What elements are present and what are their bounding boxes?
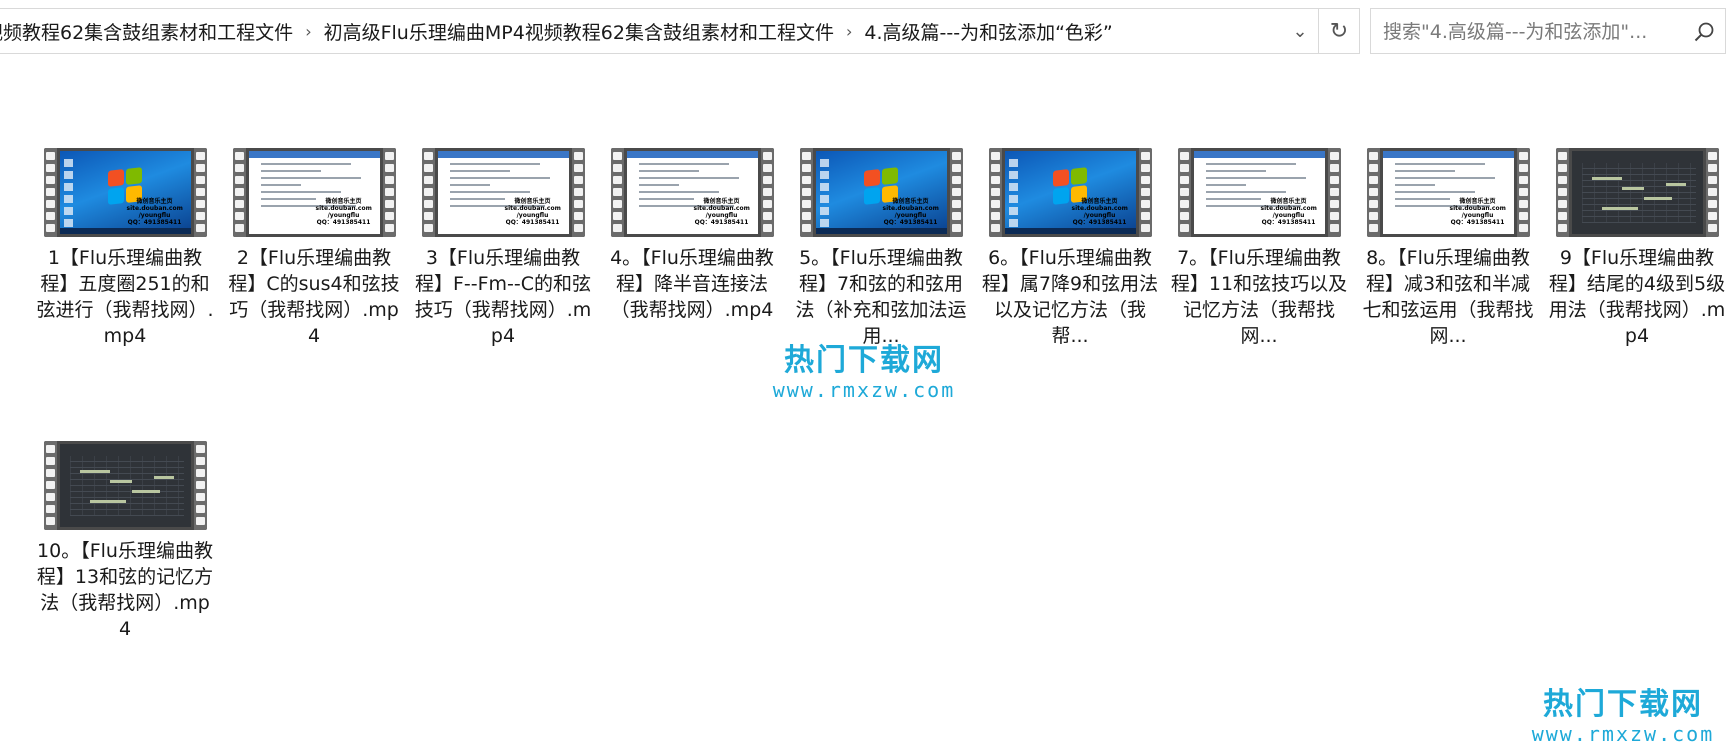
search-input[interactable] [1371, 9, 1685, 55]
file-item[interactable]: 微创音乐主页 site.douban.com/youngflu QQ：4913854… [602, 148, 782, 323]
video-thumbnail: 微创音乐主页 site.douban.com/youngflu QQ：4913854… [421, 148, 585, 237]
video-thumbnail: 微创音乐主页 site.douban.com/youngflu QQ：4913854… [610, 148, 774, 237]
video-thumbnail: 微创音乐主页 site.douban.com/youngflu QQ：4913854… [232, 148, 396, 237]
film-strip [193, 441, 207, 530]
thumbnail-preview: 微创音乐主页 site.douban.com/youngflu QQ：4913854… [1382, 151, 1514, 234]
refresh-icon[interactable]: ↻ [1318, 9, 1359, 53]
thumbnail-preview: 微创音乐主页 site.douban.com/youngflu QQ：4913854… [437, 151, 569, 234]
thumbnail-watermark: 微创音乐主页 site.douban.com/youngflu QQ：4913854… [126, 198, 183, 226]
site-watermark-corner: 热门下载网 www.rmxzw.com [1518, 687, 1728, 747]
thumbnail-preview: 微创音乐主页 site.douban.com/youngflu QQ：4913854… [248, 151, 380, 234]
file-name: 4。【Flu乐理编曲教程】降半音连接法（我帮找网）.mp4 [610, 247, 774, 321]
video-thumbnail: 微创音乐主页 site.douban.com/youngflu QQ：4913854… [43, 148, 207, 237]
file-name: 5。【Flu乐理编曲教程】7和弦的和弦用法（补充和弦加法运用... [795, 247, 967, 347]
file-name: 3【Flu乐理编曲教程】F--Fm--C的和弦技巧（我帮找网）.mp4 [414, 247, 592, 347]
file-item[interactable]: 微创音乐主页 site.douban.com/youngflu QQ：4913854… [413, 148, 593, 349]
search-box [1370, 8, 1726, 55]
video-thumbnail: 微创音乐主页 site.douban.com/youngflu QQ：4913854… [1366, 148, 1530, 237]
film-strip [43, 441, 57, 530]
search-icon[interactable] [1693, 21, 1715, 43]
film-strip [1705, 148, 1719, 237]
film-strip [1555, 148, 1569, 237]
film-strip [760, 148, 774, 237]
file-item[interactable]: 9【Flu乐理编曲教程】结尾的4级到5级用法（我帮找网）.mp4 [1547, 148, 1727, 349]
file-name: 1【Flu乐理编曲教程】五度圈251的和弦进行（我帮找网）.mp4 [36, 247, 214, 347]
film-strip [571, 148, 585, 237]
film-strip [949, 148, 963, 237]
thumbnail-watermark: 微创音乐主页 site.douban.com/youngflu QQ：4913854… [1449, 198, 1506, 226]
thumbnail-watermark: 微创音乐主页 site.douban.com/youngflu QQ：4913854… [1260, 198, 1317, 226]
breadcrumb: 视频教程62集含鼓组素材和工程文件 › 初高级Flu乐理编曲MP4视频教程62集… [0, 9, 1279, 53]
film-strip [382, 148, 396, 237]
site-watermark: 热门下载网 www.rmxzw.com [754, 343, 974, 403]
watermark-title: 热门下载网 [1543, 687, 1703, 722]
file-name: 2【Flu乐理编曲教程】C的sus4和弦技巧（我帮找网）.mp4 [228, 247, 400, 347]
film-strip [1516, 148, 1530, 237]
breadcrumb-separator-icon[interactable]: › [842, 22, 856, 41]
file-item[interactable]: 微创音乐主页 site.douban.com/youngflu QQ：4913854… [980, 148, 1160, 349]
film-strip [193, 148, 207, 237]
breadcrumb-item-course-folder[interactable]: 初高级Flu乐理编曲MP4视频教程62集含鼓组素材和工程文件 [316, 18, 842, 45]
address-bar[interactable]: 视频教程62集含鼓组素材和工程文件 › 初高级Flu乐理编曲MP4视频教程62集… [0, 8, 1360, 54]
watermark-title: 热门下载网 [784, 343, 944, 378]
film-strip [610, 148, 624, 237]
film-strip [1366, 148, 1380, 237]
thumbnail-preview: 微创音乐主页 site.douban.com/youngflu QQ：4913854… [626, 151, 758, 234]
file-item[interactable]: 微创音乐主页 site.douban.com/youngflu QQ：4913854… [791, 148, 971, 349]
film-strip [1138, 148, 1152, 237]
file-name: 7。【Flu乐理编曲教程】11和弦技巧以及记忆方法（我帮找网... [1170, 247, 1348, 347]
video-thumbnail: 微创音乐主页 site.douban.com/youngflu QQ：4913854… [799, 148, 963, 237]
thumbnail-preview: 微创音乐主页 site.douban.com/youngflu QQ：4913854… [59, 151, 191, 234]
thumbnail-watermark: 微创音乐主页 site.douban.com/youngflu QQ：4913854… [693, 198, 750, 226]
thumbnail-preview: 微创音乐主页 site.douban.com/youngflu QQ：4913854… [815, 151, 947, 234]
file-item[interactable]: 微创音乐主页 site.douban.com/youngflu QQ：4913854… [224, 148, 404, 349]
file-item[interactable]: 微创音乐主页 site.douban.com/youngflu QQ：4913854… [1358, 148, 1538, 349]
breadcrumb-item-current-folder[interactable]: 4.高级篇---为和弦添加“色彩” [856, 18, 1120, 45]
video-thumbnail: 微创音乐主页 site.douban.com/youngflu QQ：4913854… [1177, 148, 1341, 237]
thumbnail-watermark: 微创音乐主页 site.douban.com/youngflu QQ：4913854… [1071, 198, 1128, 226]
film-strip [1177, 148, 1191, 237]
video-thumbnail [1555, 148, 1719, 237]
file-name: 10。【Flu乐理编曲教程】13和弦的记忆方法（我帮找网）.mp4 [36, 540, 214, 640]
file-item[interactable]: 微创音乐主页 site.douban.com/youngflu QQ：4913854… [1169, 148, 1349, 349]
film-strip [421, 148, 435, 237]
file-name: 8。【Flu乐理编曲教程】减3和弦和半减七和弦运用（我帮找网... [1362, 247, 1534, 347]
thumbnail-watermark: 微创音乐主页 site.douban.com/youngflu QQ：4913854… [315, 198, 372, 226]
thumbnail-preview: 微创音乐主页 site.douban.com/youngflu QQ：4913854… [1004, 151, 1136, 234]
file-name: 9【Flu乐理编曲教程】结尾的4级到5级用法（我帮找网）.mp4 [1548, 247, 1726, 347]
film-strip [988, 148, 1002, 237]
file-item[interactable]: 10。【Flu乐理编曲教程】13和弦的记忆方法（我帮找网）.mp4 [35, 441, 215, 642]
breadcrumb-item-course[interactable]: 视频教程62集含鼓组素材和工程文件 [0, 18, 301, 45]
film-strip [799, 148, 813, 237]
film-strip [43, 148, 57, 237]
file-name: 6。【Flu乐理编曲教程】属7降9和弦用法以及记忆方法（我帮... [981, 247, 1159, 347]
watermark-url: www.rmxzw.com [1531, 722, 1715, 746]
file-item[interactable]: 微创音乐主页 site.douban.com/youngflu QQ：4913854… [35, 148, 215, 349]
thumbnail-preview [59, 444, 191, 527]
video-thumbnail: 微创音乐主页 site.douban.com/youngflu QQ：4913854… [988, 148, 1152, 237]
video-thumbnail [43, 441, 207, 530]
film-strip [232, 148, 246, 237]
thumbnail-watermark: 微创音乐主页 site.douban.com/youngflu QQ：4913854… [882, 198, 939, 226]
watermark-url: www.rmxzw.com [772, 378, 956, 402]
chevron-down-icon[interactable]: ⌄ [1283, 9, 1317, 53]
thumbnail-preview [1571, 151, 1703, 234]
breadcrumb-separator-icon[interactable]: › [301, 22, 315, 41]
film-strip [1327, 148, 1341, 237]
thumbnail-watermark: 微创音乐主页 site.douban.com/youngflu QQ：4913854… [504, 198, 561, 226]
thumbnail-preview: 微创音乐主页 site.douban.com/youngflu QQ：4913854… [1193, 151, 1325, 234]
